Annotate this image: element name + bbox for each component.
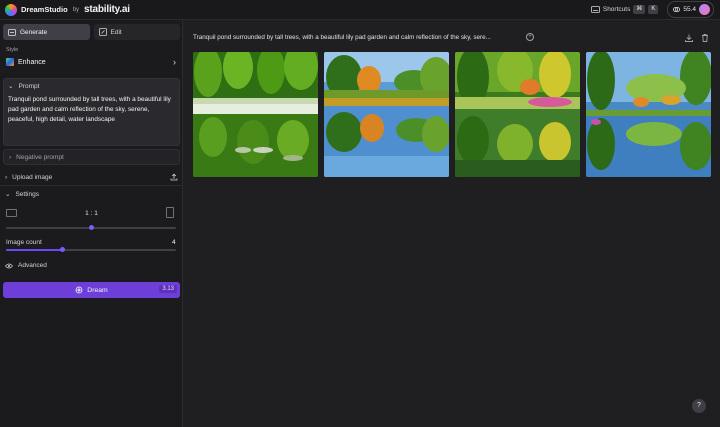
tab-edit[interactable]: Edit bbox=[93, 24, 180, 40]
settings-label: Settings bbox=[15, 190, 39, 198]
dream-icon bbox=[75, 286, 83, 294]
brand-company: stability.ai bbox=[84, 4, 130, 15]
pond-image-4 bbox=[586, 52, 711, 177]
chevron-down-icon: ⌄ bbox=[5, 191, 11, 198]
chevron-right-icon: › bbox=[173, 57, 176, 67]
image-count-slider-fill bbox=[6, 249, 63, 251]
avatar[interactable] bbox=[699, 4, 710, 15]
add-prompt-icon[interactable]: + bbox=[526, 33, 534, 41]
top-bar: DreamStudio by stability.ai Shortcuts ⌘ … bbox=[0, 0, 720, 20]
shortcut-key-k: K bbox=[648, 5, 659, 14]
generated-image-1[interactable] bbox=[193, 52, 318, 177]
advanced-label: Advanced bbox=[18, 262, 47, 269]
upload-icon[interactable] bbox=[170, 173, 178, 181]
prompt-header[interactable]: ⌄ Prompt bbox=[8, 82, 40, 91]
dream-label: Dream bbox=[87, 286, 108, 294]
brand-by: by bbox=[72, 6, 80, 13]
portrait-aspect-icon[interactable] bbox=[166, 207, 174, 218]
keyboard-icon bbox=[590, 6, 600, 13]
shortcut-key-cmd: ⌘ bbox=[633, 5, 646, 14]
style-value: Enhance bbox=[18, 58, 46, 66]
negative-prompt-toggle[interactable]: › Negative prompt bbox=[3, 149, 180, 165]
generated-image-2[interactable] bbox=[324, 52, 449, 177]
download-icon[interactable] bbox=[684, 33, 694, 43]
brand-logo[interactable]: DreamStudio by stability.ai bbox=[0, 3, 130, 16]
chevron-down-icon: ⌄ bbox=[8, 83, 14, 90]
generate-icon bbox=[8, 28, 16, 36]
pond-image-3 bbox=[455, 52, 580, 177]
image-count-value: 4 bbox=[172, 239, 176, 246]
image-count-slider-thumb[interactable] bbox=[59, 247, 65, 252]
style-thumbnail-icon bbox=[6, 58, 14, 66]
credits-icon bbox=[673, 7, 681, 12]
credits-value: 55.4 bbox=[683, 6, 696, 13]
dreamstudio-logo-icon bbox=[5, 3, 17, 16]
chevron-right-icon: › bbox=[9, 153, 12, 161]
generated-image-4[interactable] bbox=[586, 52, 711, 177]
edit-icon bbox=[98, 28, 107, 36]
top-right-controls: Shortcuts ⌘ K 55.4 bbox=[590, 1, 720, 18]
brand-name: DreamStudio bbox=[21, 5, 68, 14]
tab-generate-label: Generate bbox=[20, 28, 48, 36]
style-selector[interactable]: Enhance › bbox=[6, 56, 176, 68]
generated-image-3[interactable] bbox=[455, 52, 580, 177]
dream-button[interactable]: Dream 3.13 bbox=[3, 282, 180, 298]
image-count-slider[interactable] bbox=[6, 247, 176, 252]
advanced-toggle[interactable]: Advanced bbox=[3, 262, 180, 269]
credits-badge[interactable]: 55.4 bbox=[667, 1, 714, 18]
chevron-right-icon: › bbox=[5, 173, 8, 181]
aspect-ratio-slider-thumb[interactable] bbox=[88, 225, 94, 230]
negative-prompt-label: Negative prompt bbox=[16, 153, 64, 161]
pond-image-1 bbox=[193, 52, 318, 177]
prompt-input[interactable]: Tranquil pond surrounded by tall trees, … bbox=[8, 95, 176, 125]
aspect-ratio-value: 1 : 1 bbox=[85, 210, 98, 217]
shortcuts-button[interactable]: Shortcuts ⌘ K bbox=[590, 5, 659, 14]
main-panel: Tranquil pond surrounded by tall trees, … bbox=[184, 20, 720, 427]
upload-image-row[interactable]: › Upload image bbox=[3, 173, 180, 181]
eye-icon bbox=[5, 263, 13, 268]
shortcuts-label: Shortcuts bbox=[602, 6, 631, 13]
tab-generate[interactable]: Generate bbox=[3, 24, 90, 40]
dream-cost-badge: 3.13 bbox=[159, 285, 177, 293]
divider bbox=[0, 185, 183, 186]
sidebar: Generate Edit Style Enhance › ⌄ Prompt T… bbox=[0, 20, 183, 427]
tab-edit-label: Edit bbox=[110, 28, 122, 36]
trash-icon[interactable] bbox=[700, 33, 710, 43]
generation-prompt[interactable]: Tranquil pond surrounded by tall trees, … bbox=[193, 34, 491, 41]
help-button[interactable]: ? bbox=[692, 399, 706, 413]
upload-image-label: Upload image bbox=[12, 173, 53, 181]
prompt-panel[interactable]: ⌄ Prompt Tranquil pond surrounded by tal… bbox=[3, 78, 180, 146]
aspect-ratio-slider[interactable] bbox=[6, 225, 176, 230]
pond-image-2 bbox=[324, 52, 449, 177]
image-count-label: Image count bbox=[6, 239, 42, 246]
prompt-label: Prompt bbox=[18, 82, 40, 90]
style-label: Style bbox=[6, 47, 19, 53]
settings-header[interactable]: ⌄ Settings bbox=[3, 190, 180, 199]
mode-tabs: Generate Edit bbox=[3, 24, 180, 40]
